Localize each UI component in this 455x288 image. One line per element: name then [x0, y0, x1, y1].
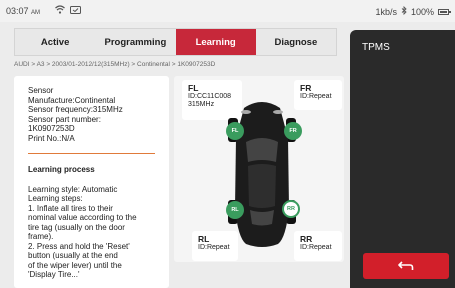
learning-line: Learning steps:	[28, 194, 83, 203]
tab-active[interactable]: Active	[15, 29, 95, 55]
status-right: 1kb/s 100%	[375, 5, 451, 17]
tab-bar: Active Programming Learning Diagnose	[14, 28, 337, 56]
tire-position: FR	[300, 83, 312, 93]
battery-icon	[438, 8, 451, 15]
learning-line: tire tag (usually on the door	[28, 222, 125, 232]
sensor-manufacturer: Manufacture:Continental	[28, 95, 116, 105]
tire-id: ID:Repeat	[300, 244, 332, 251]
sensor-print-no: Print No.:N/A	[28, 133, 75, 143]
side-panel: TPMS	[350, 30, 455, 288]
status-bar: 03:07 AM 1kb/s 100%	[0, 0, 455, 22]
divider	[28, 153, 155, 154]
panel-title: TPMS	[362, 42, 390, 53]
battery-saver-icon	[70, 5, 81, 16]
sensor-info: Sensor Manufacture:Continental Sensor fr…	[28, 86, 155, 143]
tire-id: ID:Repeat	[198, 244, 230, 251]
return-arrow-icon	[398, 260, 414, 272]
car-icon	[228, 102, 296, 247]
battery-text: 100%	[410, 6, 434, 17]
learning-line: Learning style: Automatic	[28, 184, 118, 194]
tire-dot-fl[interactable]: FL	[226, 122, 244, 140]
clock-ampm: AM	[31, 10, 41, 16]
tire-card-rl[interactable]: RL ID:Repeat	[192, 231, 238, 261]
tire-card-rr[interactable]: RR ID:Repeat	[294, 231, 342, 261]
sensor-frequency: Sensor frequency:315MHz	[28, 105, 123, 114]
learning-line: 'Display Tire...'	[28, 270, 80, 279]
learning-line: 2. Press and hold the 'Reset'	[28, 241, 130, 251]
wifi-icon	[55, 5, 65, 16]
learning-process-title: Learning process	[28, 165, 95, 174]
tab-programming[interactable]: Programming	[95, 29, 175, 55]
tab-learning[interactable]: Learning	[175, 29, 256, 55]
clock: 03:07 AM	[6, 6, 40, 16]
learning-process-body: Learning style: Automatic Learning steps…	[28, 185, 155, 280]
tab-diagnose[interactable]: Diagnose	[256, 29, 336, 55]
breadcrumb: AUDI > A3 > 2003/01-2012/12(315MHz) > Co…	[14, 61, 216, 68]
learning-line: of the wiper lever) until the	[28, 260, 122, 270]
learning-line: frame).	[28, 232, 54, 241]
tire-dot-rr[interactable]: RR	[282, 200, 300, 218]
tire-position: RL	[198, 234, 210, 244]
tire-dot-fr[interactable]: FR	[284, 122, 302, 140]
tire-position: FL	[188, 83, 199, 93]
net-speed: 1kb/s	[375, 6, 397, 17]
info-panel: Sensor Manufacture:Continental Sensor fr…	[14, 76, 169, 288]
sensor-part-number: 1K0907253D	[28, 124, 75, 133]
system-icons	[55, 5, 81, 16]
learning-line: nominal value according to the	[28, 213, 137, 222]
learning-line: 1. Inflate all tires to their	[28, 203, 113, 213]
bluetooth-icon	[401, 5, 407, 17]
tire-card-fr[interactable]: FR ID:Repeat	[294, 80, 342, 110]
clock-time: 03:07	[6, 6, 29, 16]
sensor-title: Sensor	[28, 86, 54, 95]
car-diagram: FL ID:CC11C008 315MHz FR ID:Repeat FL FR…	[174, 76, 344, 262]
back-button[interactable]	[363, 253, 449, 279]
learning-line: button (usually at the end	[28, 251, 118, 260]
tire-id: ID:Repeat	[300, 93, 332, 100]
sensor-part-label: Sensor part number:	[28, 114, 101, 124]
tire-dot-rl[interactable]: RL	[226, 201, 244, 219]
tire-position: RR	[300, 234, 313, 244]
